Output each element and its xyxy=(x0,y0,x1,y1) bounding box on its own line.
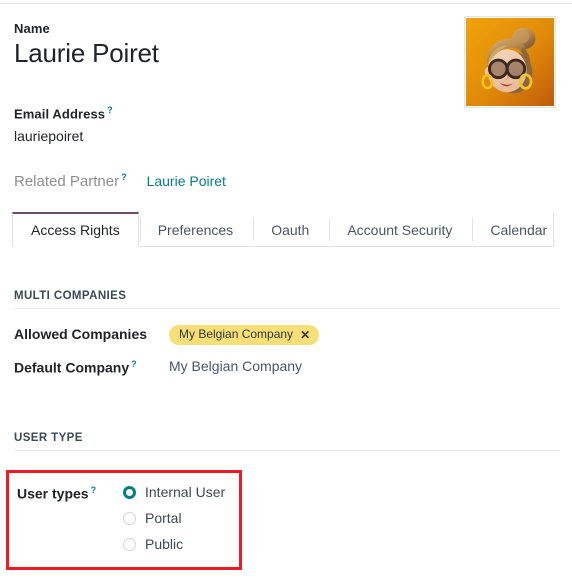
tab-label: Account Security xyxy=(347,221,453,238)
help-icon[interactable]: ? xyxy=(131,359,137,369)
default-company-row: Default Company? My Belgian Company xyxy=(14,354,560,378)
tab-access-rights[interactable]: Access Rights xyxy=(12,212,139,247)
tab-bar-end-divider xyxy=(553,212,554,246)
tab-account-security[interactable]: Account Security xyxy=(328,212,471,246)
radio-label: Public xyxy=(145,536,184,552)
user-types-row: User types? Internal User Portal Public xyxy=(17,479,225,557)
email-label: Email Address? xyxy=(14,102,414,122)
close-icon[interactable]: ✕ xyxy=(300,329,310,341)
user-form-sheet: Name Laurie Poiret Email Address ? lauri… xyxy=(0,0,572,582)
tab-label: Oauth xyxy=(271,221,310,238)
default-company-label-text: Default Company xyxy=(14,359,130,376)
help-icon[interactable]: ? xyxy=(107,105,113,115)
allowed-companies-label: Allowed Companies xyxy=(14,326,148,342)
radio-label: Internal User xyxy=(145,484,226,500)
radio-selected-icon xyxy=(123,485,136,499)
default-company-label: Default Company? xyxy=(14,354,169,378)
related-partner-label-text: Related Partner xyxy=(14,173,120,190)
tab-calendar[interactable]: Calendar xyxy=(471,212,566,246)
tab-oauth[interactable]: Oauth xyxy=(252,212,328,246)
help-icon[interactable]: ? xyxy=(91,485,97,495)
allowed-companies-row: Allowed Companies My Belgian Company ✕ xyxy=(14,323,560,345)
user-types-highlight-box: User types? Internal User Portal Public xyxy=(6,470,242,570)
name-label: Name xyxy=(14,21,50,36)
user-types-label: User types? xyxy=(17,479,123,505)
radio-label: Portal xyxy=(145,510,182,526)
allowed-companies-value: My Belgian Company ✕ xyxy=(169,323,320,345)
section-title-user-type: USER TYPE xyxy=(14,432,560,451)
email-label-text: Email Address xyxy=(14,106,106,122)
page-title: Laurie Poiret xyxy=(14,38,159,68)
section-title-multi-companies: MULTI COMPANIES xyxy=(14,290,560,309)
help-icon[interactable]: ? xyxy=(121,172,127,182)
name-field-group: Name Laurie Poiret xyxy=(14,20,444,69)
radio-portal[interactable]: Portal xyxy=(123,505,225,531)
radio-empty-icon xyxy=(123,537,136,551)
related-partner-label: Related Partner? xyxy=(14,172,127,190)
tab-label: Access Rights xyxy=(31,222,120,238)
user-types-radio-group: Internal User Portal Public xyxy=(123,479,225,557)
email-value[interactable]: lauriepoiret xyxy=(14,126,414,146)
avatar[interactable] xyxy=(464,16,556,108)
tab-label: Preferences xyxy=(157,221,234,238)
radio-internal-user[interactable]: Internal User xyxy=(123,479,225,505)
user-avatar-image xyxy=(466,18,554,106)
tab-bar: Access Rights Preferences Oauth Account … xyxy=(12,212,554,247)
user-type-section: USER TYPE xyxy=(14,432,560,451)
radio-empty-icon xyxy=(123,511,136,525)
tab-label: Calendar xyxy=(490,221,548,238)
user-types-label-text: User types xyxy=(17,485,89,502)
company-tag-label: My Belgian Company xyxy=(179,327,294,341)
email-field-group: Email Address? lauriepoiret xyxy=(14,102,414,146)
company-tag[interactable]: My Belgian Company ✕ xyxy=(169,325,320,345)
tab-preferences[interactable]: Preferences xyxy=(139,212,252,246)
related-partner-link[interactable]: Laurie Poiret xyxy=(147,173,226,189)
related-partner-group: Related Partner? Laurie Poiret xyxy=(14,172,226,190)
default-company-value[interactable]: My Belgian Company xyxy=(169,356,302,376)
multi-companies-section: MULTI COMPANIES Allowed Companies My Bel… xyxy=(14,290,560,378)
radio-public[interactable]: Public xyxy=(123,531,225,557)
